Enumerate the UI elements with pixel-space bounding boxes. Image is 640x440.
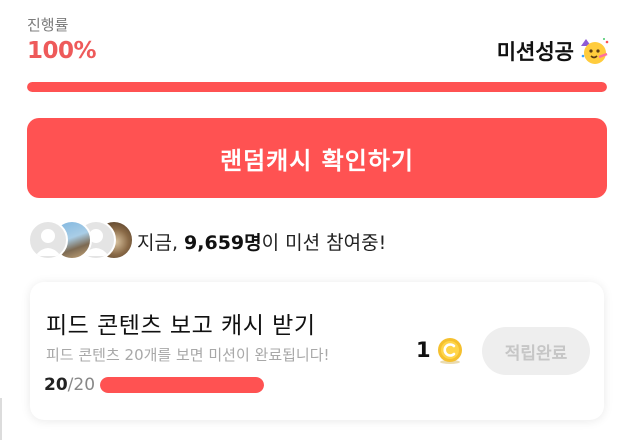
task-progress-bar-fill xyxy=(100,377,264,393)
edge-divider xyxy=(0,398,2,440)
participants-text: 지금, 9,659명이 미션 참여중! xyxy=(137,228,386,255)
participants-count: 9,659명 xyxy=(184,231,262,254)
task-done-count: 20 xyxy=(44,375,68,395)
mission-status: 미션성공 xyxy=(497,36,610,66)
avatar-stack xyxy=(28,220,134,262)
random-cash-button[interactable]: 랜덤캐시 확인하기 xyxy=(27,118,607,198)
task-title: 피드 콘텐츠 보고 캐시 받기 xyxy=(46,313,316,339)
coin-icon xyxy=(436,337,464,365)
party-face-icon xyxy=(580,36,610,66)
default-avatar-icon xyxy=(28,220,68,260)
mission-status-label: 미션성공 xyxy=(496,40,574,64)
participants-row: 지금, 9,659명이 미션 참여중! xyxy=(28,220,386,262)
task-total-count: /20 xyxy=(67,375,96,395)
progress-bar-fill xyxy=(27,82,607,92)
participants-suffix: 이 미션 참여중! xyxy=(261,231,387,254)
earned-complete-button[interactable]: 적립완료 xyxy=(482,327,590,375)
task-progress-bar xyxy=(100,377,264,393)
progress-label: 진행률 xyxy=(27,16,69,34)
progress-bar xyxy=(27,82,607,92)
reward-amount: 1 xyxy=(416,338,431,362)
task-progress-count: 20/20 xyxy=(44,375,95,395)
task-description: 피드 콘텐츠 20개를 보면 미션이 완료됩니다! xyxy=(46,346,330,364)
mission-task-card: 피드 콘텐츠 보고 캐시 받기 피드 콘텐츠 20개를 보면 미션이 완료됩니다… xyxy=(30,282,604,420)
participants-prefix: 지금, xyxy=(137,231,185,254)
progress-value: 100% xyxy=(27,38,97,64)
mission-page: 진행률 100% 미션성공 랜덤캐시 확인하기 지금, 9,659명이 미션 참… xyxy=(0,0,640,440)
